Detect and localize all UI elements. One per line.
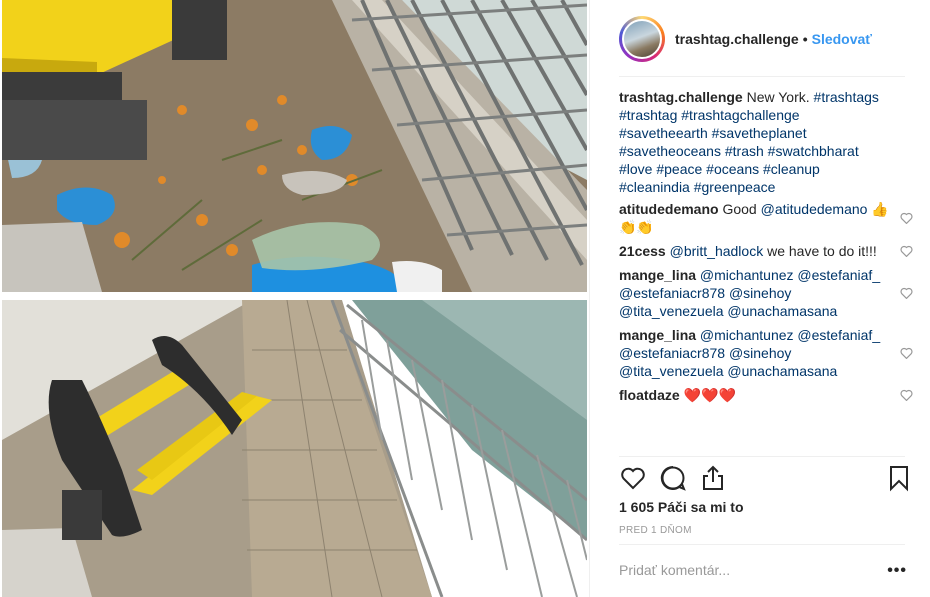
avatar[interactable] — [619, 16, 665, 62]
comment-username[interactable]: mange_lina — [619, 327, 696, 343]
comment-username[interactable]: 21cess — [619, 243, 666, 259]
comment-mention[interactable]: @britt_hadlock — [670, 243, 764, 259]
comment-like-icon[interactable] — [900, 389, 913, 401]
comment-like-icon[interactable] — [900, 245, 913, 257]
post-media — [0, 0, 590, 597]
comment-divider — [619, 544, 905, 545]
comment-item: mange_lina @michantunez @estefaniaf_ @es… — [619, 326, 919, 380]
comments-list: trashtag.challenge New York. #trashtags … — [619, 88, 919, 456]
action-bar — [619, 462, 911, 494]
heart-icon[interactable] — [619, 464, 647, 492]
caption-username[interactable]: trashtag.challenge — [619, 89, 743, 105]
add-comment-input[interactable] — [619, 562, 869, 578]
post-date: PRED 1 DŇOM — [619, 525, 692, 536]
more-options-icon[interactable]: ••• — [887, 562, 907, 580]
caption: trashtag.challenge New York. #trashtags … — [619, 88, 919, 196]
post-header: trashtag.challenge • Sledovať — [619, 14, 909, 64]
avatar-image — [622, 19, 662, 59]
comment-like-icon[interactable] — [900, 212, 913, 224]
follow-button[interactable]: Sledovať — [812, 31, 872, 47]
comment-text: ❤️❤️❤️ — [683, 387, 736, 403]
header-separator: • — [802, 31, 808, 47]
comment-username[interactable]: mange_lina — [619, 267, 696, 283]
comment-item: 21cess @britt_hadlock we have to do it!!… — [619, 242, 919, 260]
share-icon[interactable] — [699, 464, 727, 492]
post-panel: trashtag.challenge • Sledovať trashtag.c… — [603, 0, 930, 597]
likes-count[interactable]: 1 605 Páči sa mi to — [619, 499, 744, 515]
comment-text: Good — [722, 201, 761, 217]
comment-text-after: we have to do it!!! — [763, 243, 877, 259]
photo-after — [2, 300, 587, 597]
comment-item: mange_lina @michantunez @estefaniaf_ @es… — [619, 266, 919, 320]
header-divider — [619, 76, 905, 77]
comment-icon[interactable] — [659, 464, 687, 492]
comment-mention[interactable]: @atitudedemano — [761, 201, 868, 217]
comment-item: atitudedemano Good @atitudedemano 👍👏👏 — [619, 200, 919, 236]
comment-username[interactable]: floatdaze — [619, 387, 680, 403]
actions-divider — [619, 456, 905, 457]
add-comment-form: ••• — [619, 562, 909, 584]
comment-like-icon[interactable] — [900, 287, 913, 299]
comment-item: floatdaze ❤️❤️❤️ — [619, 386, 919, 404]
comment-like-icon[interactable] — [900, 347, 913, 359]
bookmark-icon[interactable] — [885, 464, 913, 492]
caption-text: New York. — [746, 89, 810, 105]
header-username[interactable]: trashtag.challenge — [675, 31, 799, 47]
photo-before — [2, 0, 587, 292]
comment-username[interactable]: atitudedemano — [619, 201, 719, 217]
